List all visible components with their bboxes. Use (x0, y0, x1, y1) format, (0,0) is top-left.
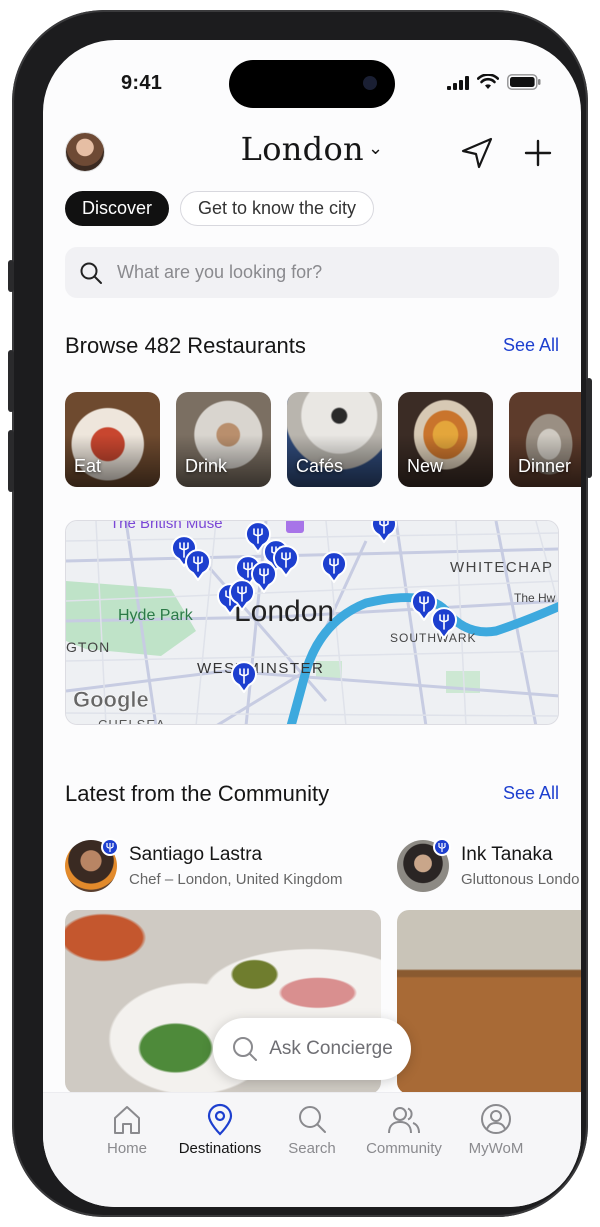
concierge-search-icon (233, 1037, 258, 1061)
map-label-british-museum: The British Muse (110, 520, 223, 532)
tab-mywom[interactable]: MyWoM (446, 1103, 546, 1157)
fork-pin-icon (321, 551, 347, 584)
restaurant-pin[interactable] (228, 579, 256, 616)
restaurant-pin[interactable] (430, 607, 458, 644)
tab-destinations[interactable]: Destinations (170, 1103, 270, 1157)
fork-pin-icon (231, 661, 257, 694)
category-label: New (407, 456, 444, 476)
tab-search[interactable]: Search (262, 1103, 362, 1157)
community-see-all-link[interactable]: See All (503, 783, 559, 804)
restaurant-pin[interactable] (370, 521, 398, 548)
power-button (586, 378, 592, 478)
city-selector[interactable]: London ⌄ (43, 130, 581, 168)
city-name: London (240, 130, 364, 168)
chevron-down-icon: ⌄ (367, 138, 384, 159)
tab-label: Home (106, 1140, 147, 1157)
wifi-icon (477, 74, 499, 89)
category-cafes[interactable]: Cafés (287, 392, 382, 487)
fork-pin-icon (185, 549, 211, 582)
people-icon (388, 1107, 420, 1134)
tab-community[interactable]: Community (354, 1103, 454, 1157)
post-author-ink[interactable]: Ink Tanaka Gluttonous Londo (397, 838, 580, 892)
map-label-westminster: WESTMINSTER (197, 660, 325, 677)
status-time: 9:41 (121, 72, 163, 94)
map-label-hyde-park: Hyde Park (118, 607, 193, 624)
navigation-arrow-icon (461, 137, 493, 169)
side-button (8, 260, 14, 292)
category-label: Dinner (518, 456, 572, 476)
restaurant-map[interactable]: The British Muse WHITECHAP The Hw Hyde P… (65, 520, 559, 725)
status-icons (447, 74, 541, 90)
author-subtitle: Gluttonous Londo (461, 871, 580, 888)
category-label: Cafés (296, 456, 344, 476)
tab-label: MyWoM (468, 1140, 524, 1157)
category-new[interactable]: New (398, 392, 493, 487)
verified-badge-icon (433, 838, 451, 856)
author-avatar (397, 838, 451, 892)
tab-label: Community (366, 1140, 442, 1157)
search-placeholder: What are you looking for? (117, 262, 323, 282)
category-drink[interactable]: Drink (176, 392, 271, 487)
map-label-chelsea: CHELSEA (98, 717, 166, 725)
tab-label: Search (288, 1140, 336, 1157)
category-label: Eat (74, 456, 102, 476)
map-label-the-hw: The Hw (514, 591, 556, 605)
dynamic-island (229, 60, 395, 108)
tab-get-to-know-the-city[interactable]: Get to know the city (180, 191, 374, 226)
restaurant-pin[interactable] (320, 551, 348, 588)
add-button[interactable] (520, 135, 556, 171)
location-arrow-button[interactable] (457, 135, 497, 171)
bottom-tab-bar: Home Destinations Search Community MyWoM (43, 1092, 581, 1207)
browse-title: Browse 482 Restaurants (65, 333, 306, 358)
tab-discover[interactable]: Discover (65, 191, 169, 226)
app-screen: 9:41 London ⌄ Discover Get to know the c… (43, 40, 581, 1207)
search-bar[interactable]: What are you looking for? (65, 247, 559, 298)
restaurant-pin[interactable] (230, 661, 258, 698)
restaurant-pin[interactable] (184, 549, 212, 586)
tab-home[interactable]: Home (77, 1103, 177, 1157)
author-subtitle: Chef – London, United Kingdom (129, 871, 343, 888)
category-eat[interactable]: Eat (65, 392, 160, 487)
browse-see-all-link[interactable]: See All (503, 335, 559, 356)
plus-icon (524, 139, 552, 167)
home-icon (114, 1106, 140, 1134)
category-label: Drink (185, 456, 228, 476)
author-name: Ink Tanaka (461, 844, 553, 865)
fork-pin-icon (229, 579, 255, 612)
map-label-whitechapel: WHITECHAP (450, 559, 554, 576)
battery-icon (507, 74, 541, 90)
category-carousel: Eat Drink Cafés New Dinner (65, 392, 581, 487)
post-author-santiago[interactable]: Santiago Lastra Chef – London, United Ki… (65, 838, 343, 892)
fork-pin-icon (371, 521, 397, 544)
search-icon (80, 262, 102, 284)
community-title: Latest from the Community (65, 781, 330, 806)
volume-down-button (8, 430, 14, 492)
post-image-interior[interactable] (397, 910, 581, 1094)
google-logo: Google (73, 687, 149, 713)
author-name: Santiago Lastra (129, 844, 263, 865)
phone-frame: 9:41 London ⌄ Discover Get to know the c… (8, 10, 592, 1217)
category-dinner[interactable]: Dinner (509, 392, 581, 487)
tab-label: Destinations (178, 1140, 262, 1157)
search-icon (299, 1106, 326, 1133)
concierge-label: Ask Concierge (269, 1038, 393, 1059)
ask-concierge-button[interactable]: Ask Concierge (213, 1018, 411, 1080)
verified-badge-icon (101, 838, 119, 856)
volume-up-button (8, 350, 14, 412)
location-pin-icon (207, 1103, 233, 1136)
fork-pin-icon (431, 607, 457, 640)
cellular-signal-icon (447, 76, 469, 90)
author-avatar (65, 838, 119, 892)
map-label-kensington: GTON (66, 639, 111, 655)
profile-icon (481, 1104, 511, 1134)
